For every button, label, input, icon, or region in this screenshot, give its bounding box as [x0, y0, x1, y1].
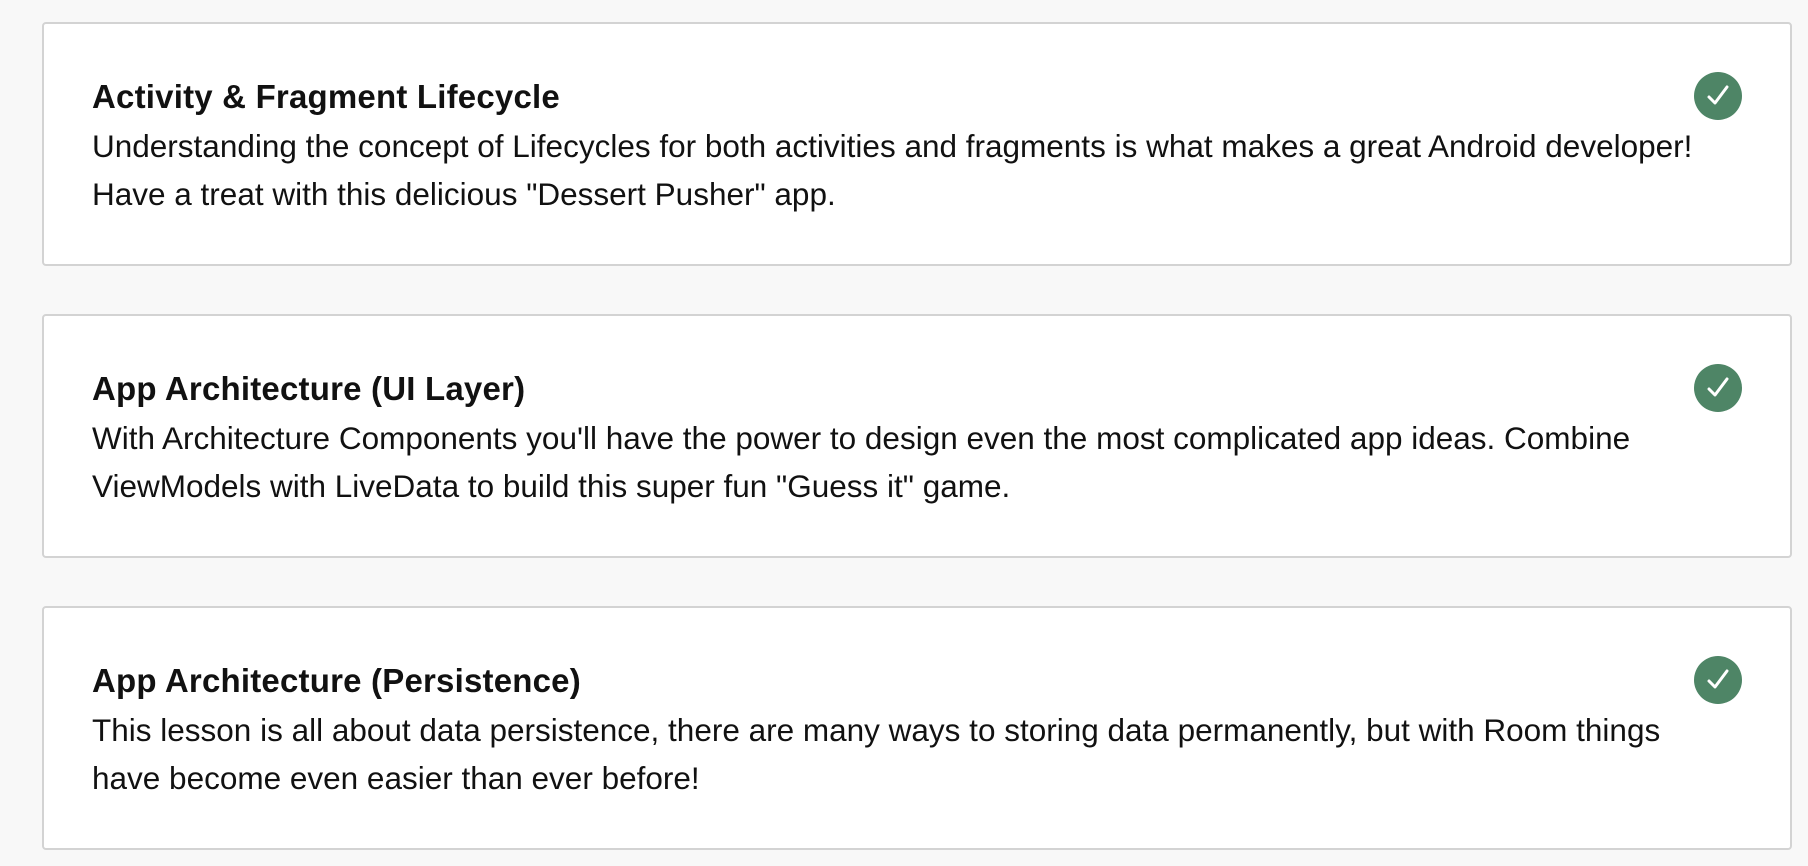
lesson-description: This lesson is all about data persistenc…	[92, 712, 1661, 796]
checkmark-icon	[1694, 656, 1742, 704]
lesson-content: App Architecture (Persistence) This less…	[92, 660, 1712, 802]
lesson-content: App Architecture (UI Layer) With Archite…	[92, 368, 1712, 510]
lesson-title: Activity & Fragment Lifecycle	[92, 78, 560, 115]
lesson-card-app-architecture-persistence[interactable]: App Architecture (Persistence) This less…	[42, 606, 1792, 850]
lesson-title: App Architecture (UI Layer)	[92, 370, 526, 407]
lesson-description: Understanding the concept of Lifecycles …	[92, 128, 1693, 212]
lesson-title: App Architecture (Persistence)	[92, 662, 581, 699]
checkmark-icon	[1694, 72, 1742, 120]
lesson-list: Activity & Fragment Lifecycle Understand…	[42, 22, 1792, 850]
lesson-card-activity-fragment-lifecycle[interactable]: Activity & Fragment Lifecycle Understand…	[42, 22, 1792, 266]
lesson-description: With Architecture Components you'll have…	[92, 420, 1631, 504]
checkmark-icon	[1694, 364, 1742, 412]
lesson-content: Activity & Fragment Lifecycle Understand…	[92, 76, 1712, 218]
lesson-card-app-architecture-ui-layer[interactable]: App Architecture (UI Layer) With Archite…	[42, 314, 1792, 558]
